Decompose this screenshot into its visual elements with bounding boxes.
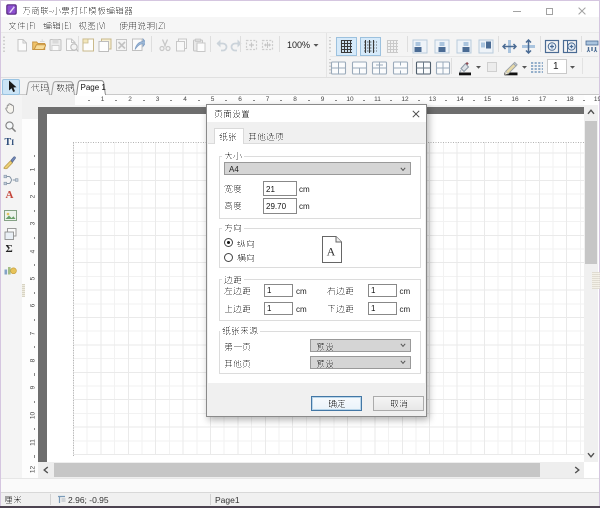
svg-text:A: A [327,245,336,259]
